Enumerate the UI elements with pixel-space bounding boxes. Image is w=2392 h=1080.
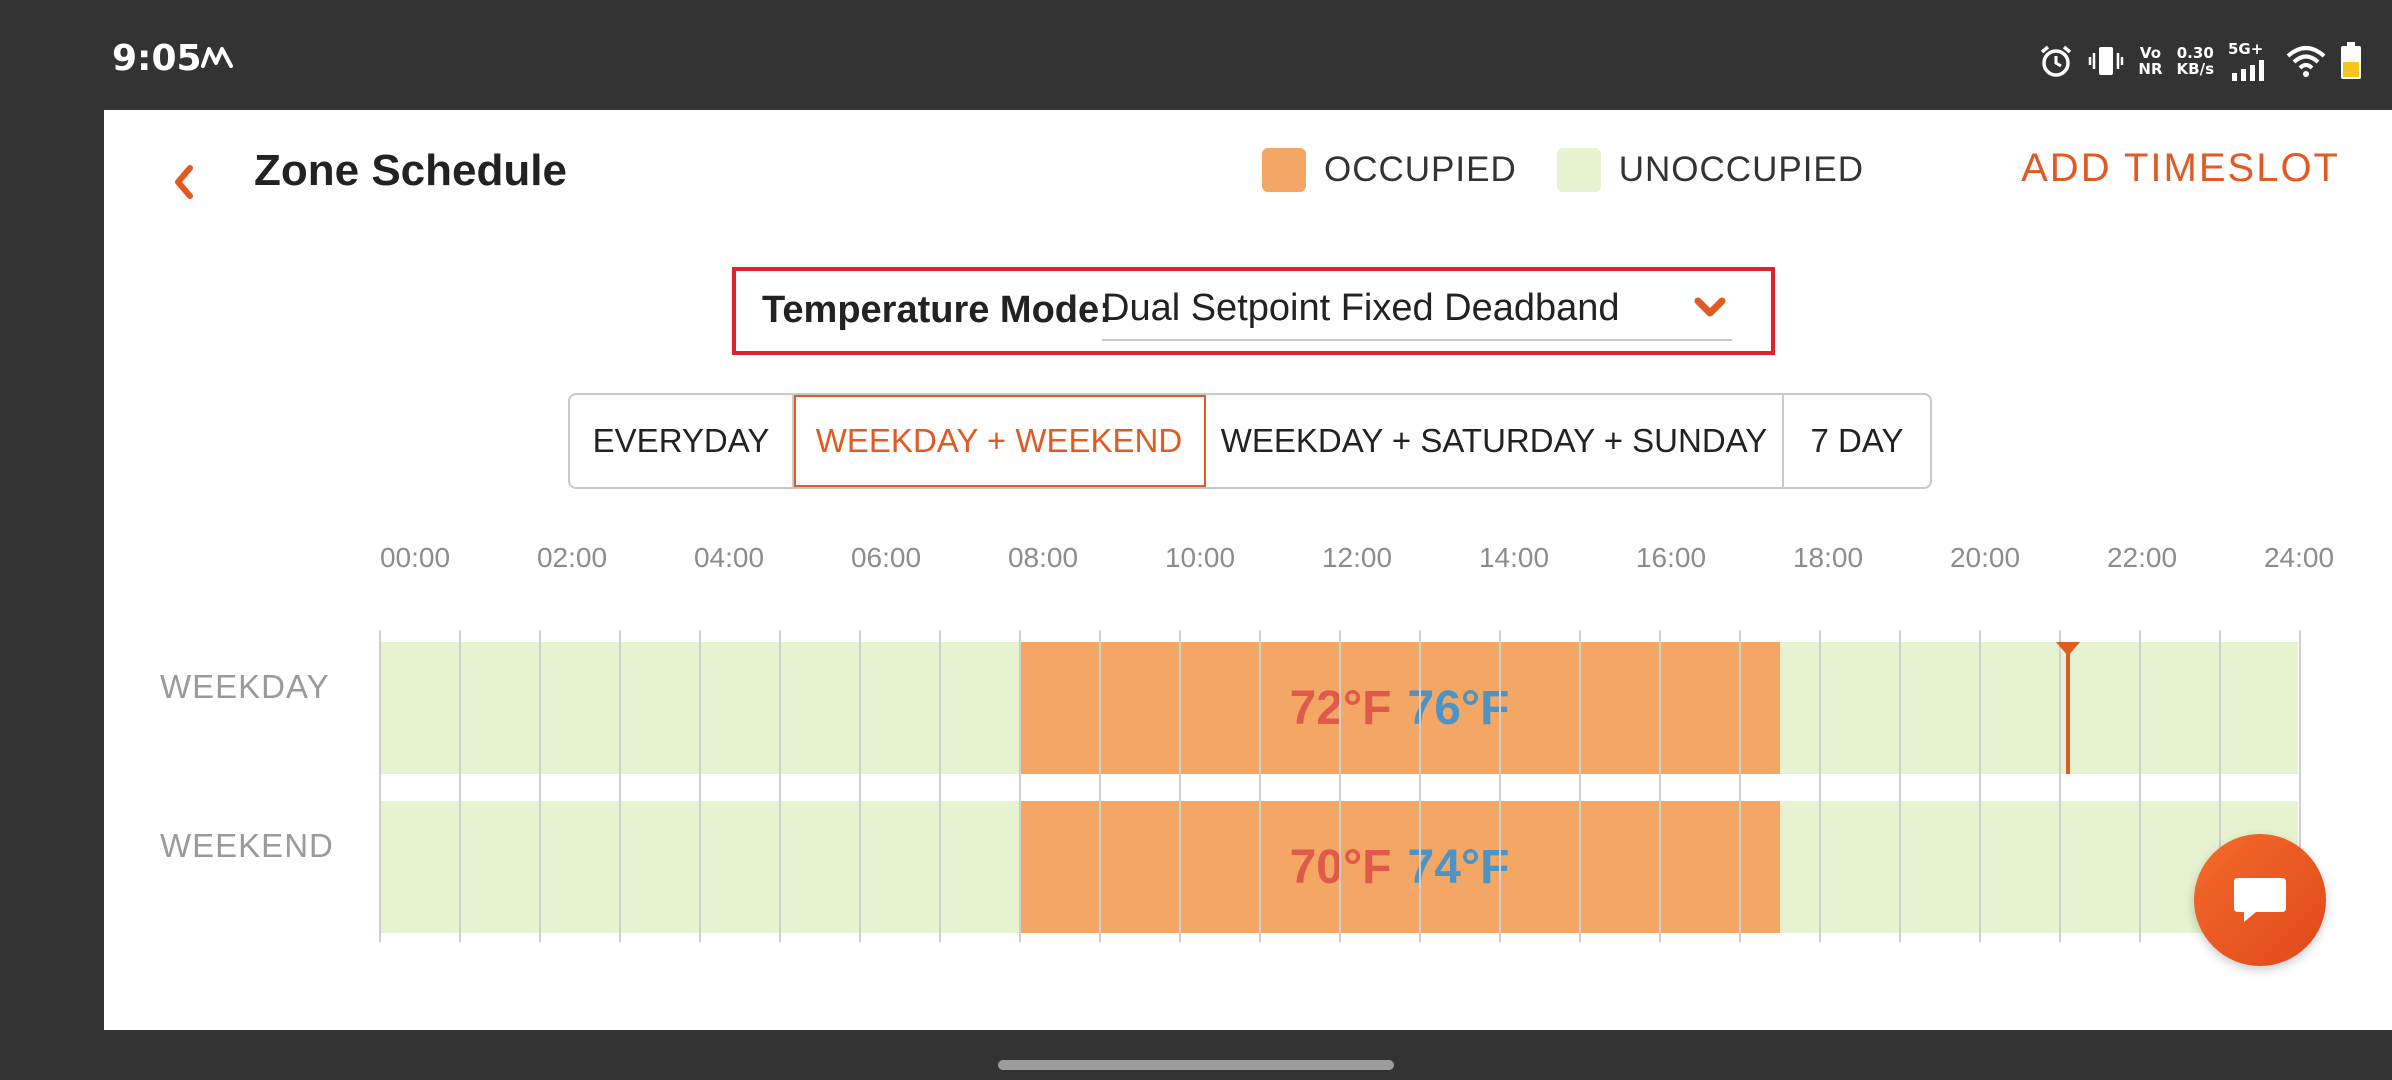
gridline	[1579, 630, 1581, 942]
gridline	[1179, 630, 1181, 942]
gridline	[1739, 630, 1741, 942]
status-time: 9:05	[112, 38, 202, 79]
occupied-swatch	[1262, 148, 1306, 192]
hour-label: 04:00	[693, 542, 765, 573]
hour-label: 12:00	[1321, 542, 1393, 573]
legend: OCCUPIED UNOCCUPIED	[1262, 148, 1904, 192]
network-speed: 0.30 KB/s	[2176, 44, 2214, 78]
chat-button[interactable]	[2194, 834, 2326, 966]
temperature-mode-dropdown[interactable]: Dual Setpoint Fixed Deadband	[1102, 281, 1732, 341]
weekday-cool-setpoint: 76°F	[1407, 681, 1510, 735]
chevron-down-icon	[1694, 297, 1726, 317]
m-logo-icon	[201, 47, 233, 68]
legend-unoccupied: UNOCCUPIED	[1556, 148, 1865, 192]
gridline	[1899, 630, 1901, 942]
hour-label: 18:00	[1792, 542, 1864, 573]
gridline	[859, 630, 861, 942]
hour-label: 14:00	[1478, 542, 1550, 573]
add-timeslot-button[interactable]: ADD TIMESLOT	[2021, 146, 2340, 191]
hour-label: 10:00	[1164, 542, 1236, 573]
vibrate-icon	[2089, 47, 2124, 75]
gridline	[1259, 630, 1261, 942]
schedule-timeline: 00:00 02:00 04:00 06:00 08:00 10:00 12:0…	[104, 530, 2392, 950]
legend-occupied-label: OCCUPIED	[1324, 150, 1517, 189]
gridline	[539, 630, 541, 942]
current-time-indicator	[2066, 642, 2070, 774]
gridline	[1099, 630, 1101, 942]
gridline	[459, 630, 461, 942]
gridline	[1659, 630, 1661, 942]
gridline	[1979, 630, 1981, 942]
schedule-type-tabs: EVERYDAY WEEKDAY + WEEKEND WEEKDAY + SAT…	[568, 393, 1932, 489]
weekend-cool-setpoint: 74°F	[1407, 840, 1510, 894]
gridline	[699, 630, 701, 942]
hour-label: 00:00	[379, 542, 451, 573]
weekday-occupied-block[interactable]: 72°F 76°F	[1019, 642, 1780, 774]
gridline	[1499, 630, 1501, 942]
hour-label: 06:00	[850, 542, 922, 573]
chat-bubble-icon	[2234, 878, 2286, 922]
gridline	[2059, 630, 2061, 942]
hour-label: 16:00	[1635, 542, 1707, 573]
temperature-mode-highlight: Temperature Mode: Dual Setpoint Fixed De…	[732, 267, 1775, 355]
hour-label: 22:00	[2106, 542, 2178, 573]
legend-unoccupied-label: UNOCCUPIED	[1618, 150, 1865, 189]
network-type: Vo NR	[2138, 44, 2163, 78]
gridline	[2139, 630, 2141, 942]
wifi-icon	[2286, 46, 2326, 77]
home-gesture-handle[interactable]	[998, 1060, 1394, 1070]
gridline	[939, 630, 941, 942]
hour-label: 08:00	[1007, 542, 1079, 573]
gridline	[619, 630, 621, 942]
zone-schedule-panel: Zone Schedule OCCUPIED UNOCCUPIED ADD TI…	[104, 110, 2392, 1030]
tab-weekday-weekend[interactable]: WEEKDAY + WEEKEND	[794, 395, 1206, 487]
gridline	[1419, 630, 1421, 942]
hour-label: 02:00	[536, 542, 608, 573]
gridline	[1339, 630, 1341, 942]
weekend-occupied-block[interactable]: 70°F 74°F	[1019, 801, 1780, 933]
gridline	[779, 630, 781, 942]
hour-label: 20:00	[1949, 542, 2021, 573]
signal-icon: 5G+	[2228, 41, 2272, 81]
battery-icon	[2341, 42, 2361, 79]
gridline	[1019, 630, 1021, 942]
legend-occupied: OCCUPIED	[1262, 148, 1517, 192]
page-title: Zone Schedule	[254, 146, 567, 195]
back-chevron-icon[interactable]	[154, 152, 214, 212]
tab-weekday-saturday-sunday[interactable]: WEEKDAY + SATURDAY + SUNDAY	[1206, 395, 1784, 487]
alarm-icon	[2041, 45, 2072, 77]
row-label-weekend: WEEKEND	[160, 827, 334, 864]
temperature-mode-value: Dual Setpoint Fixed Deadband	[1102, 287, 1620, 329]
gridline	[1819, 630, 1821, 942]
hour-label: 24:00	[2263, 542, 2335, 573]
row-label-weekday: WEEKDAY	[160, 668, 330, 705]
system-nav-bar	[0, 1030, 2392, 1080]
tab-everyday[interactable]: EVERYDAY	[570, 395, 794, 487]
temperature-mode-label: Temperature Mode:	[762, 289, 1112, 331]
gridline	[379, 630, 381, 942]
unoccupied-swatch	[1556, 148, 1601, 192]
tab-7-day[interactable]: 7 DAY	[1784, 395, 1930, 487]
status-bar: 9:05 Vo NR 0.30 KB/s 5G+	[0, 0, 2392, 110]
